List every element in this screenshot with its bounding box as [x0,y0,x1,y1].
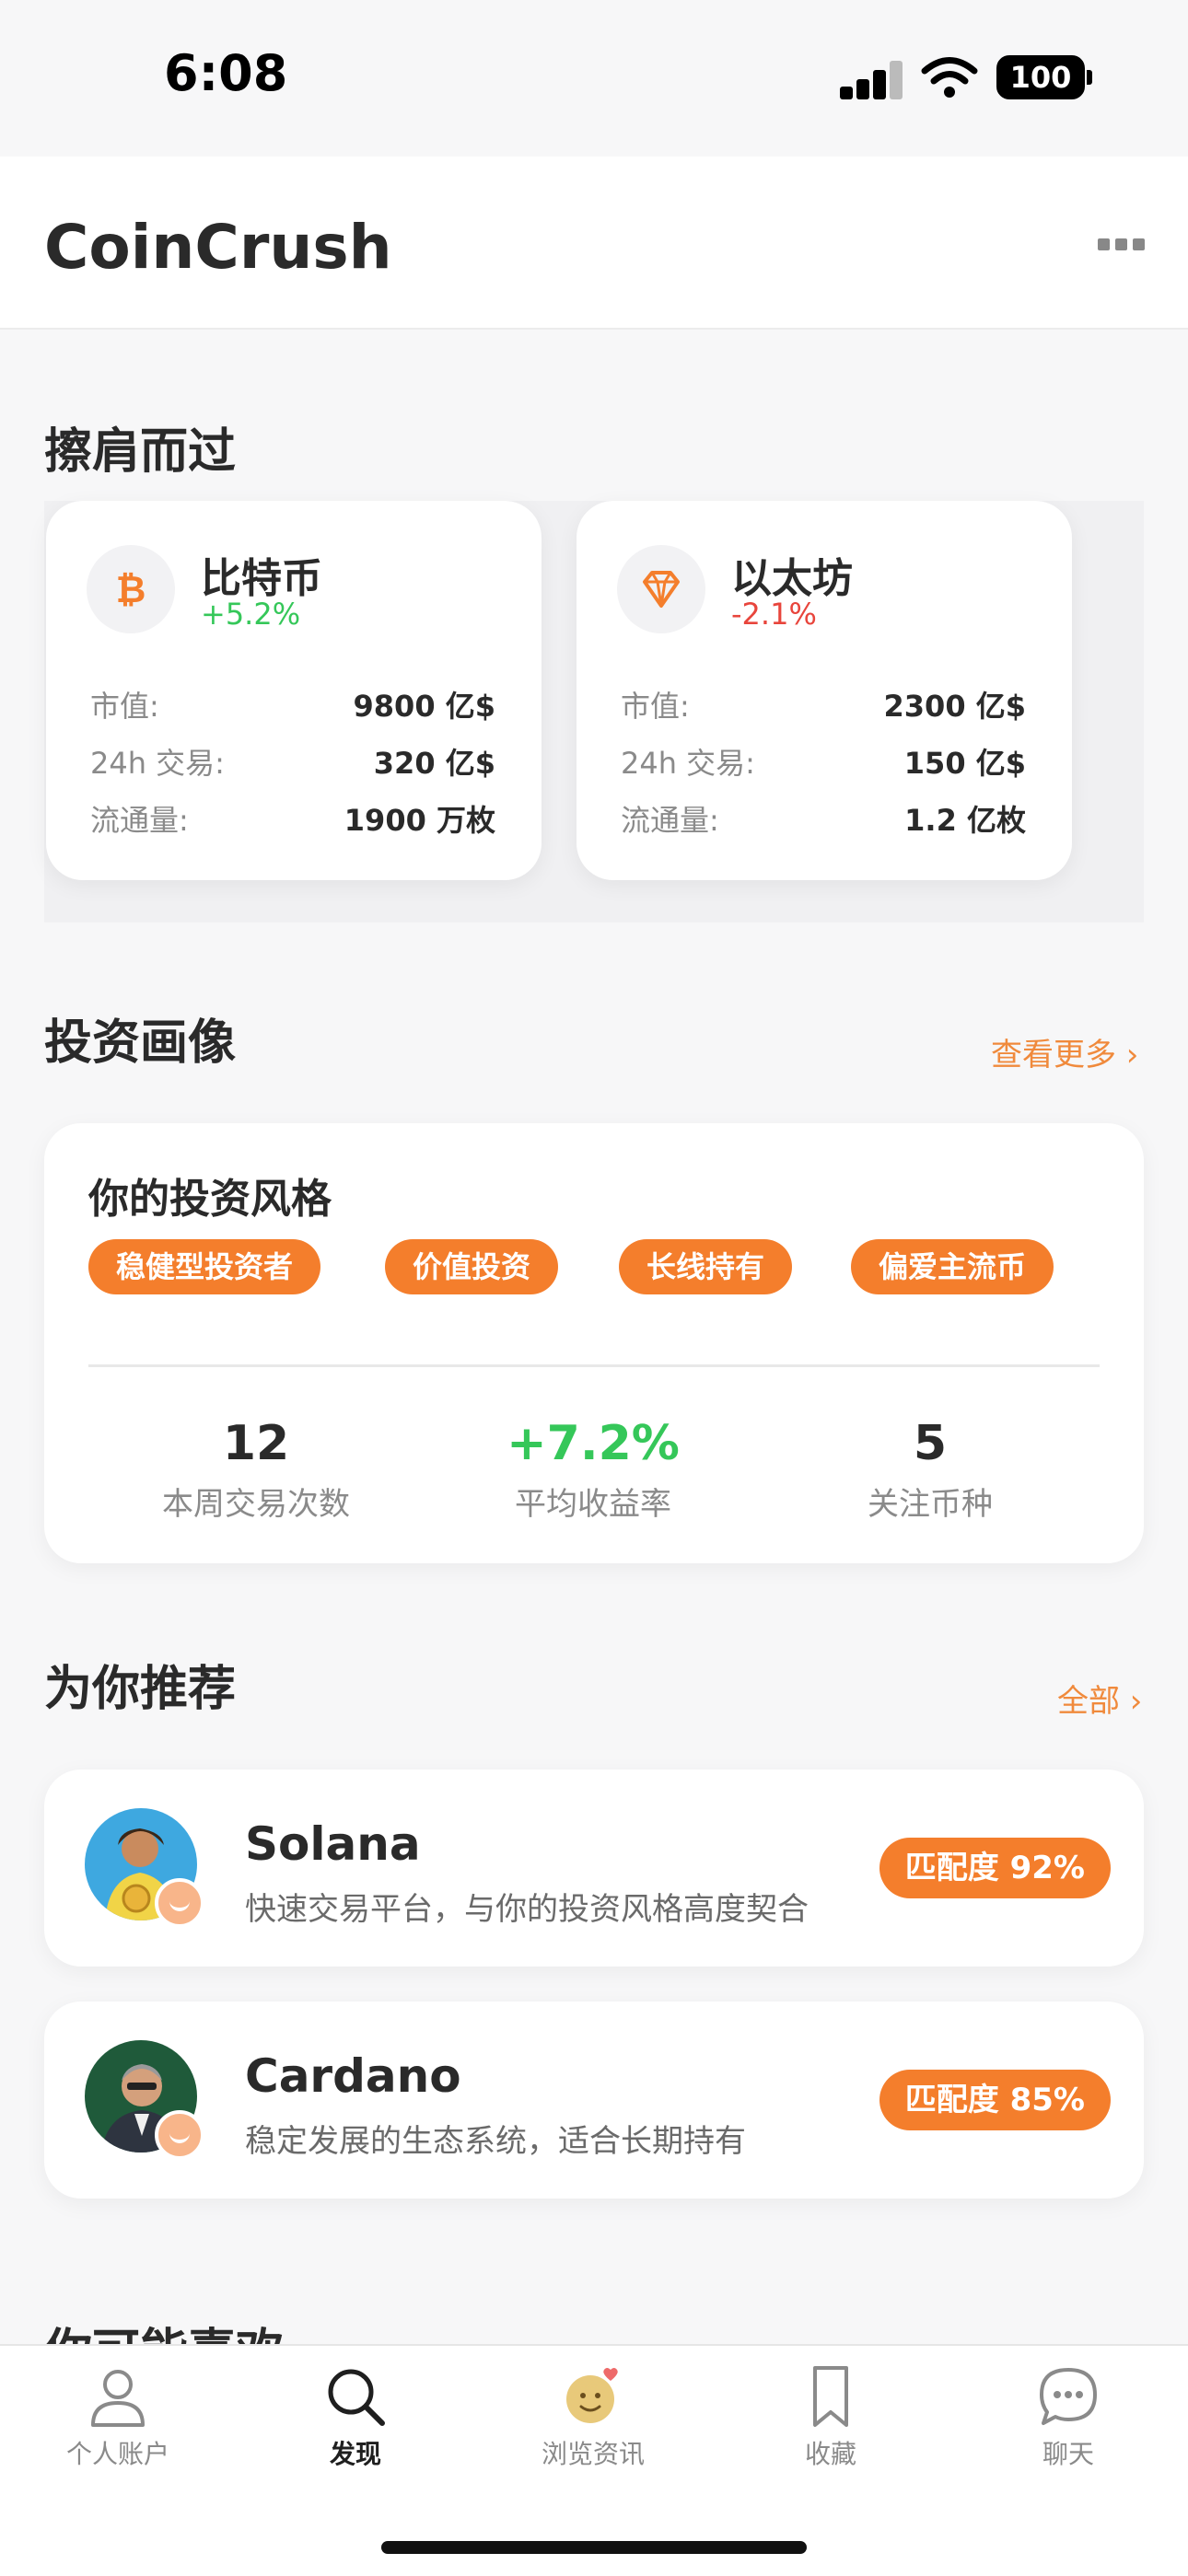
stat-value: 5 [913,1416,948,1471]
coin-card-bitcoin[interactable]: ₿ 比特币 +5.2% 市值: 9800 亿$ 24h 交易: 320 亿$ 流通量… [46,501,542,880]
recommendation-desc: 稳定发展的生态系统，适合长期持有 [245,2123,746,2160]
recommendation-card-cardano[interactable]: Cardano 稳定发展的生态系统，适合长期持有 匹配度 85% [44,2002,1144,2199]
row-value: 1.2 亿枚 [904,803,1026,838]
row-label: 市值: [621,689,690,724]
more-options-icon[interactable] [1098,236,1146,252]
row-label: 流通量: [90,803,189,838]
home-indicator[interactable] [381,2541,807,2554]
coin-row-volume: 24h 交易: 150 亿$ [621,740,1026,786]
row-label: 24h 交易: [621,746,755,781]
battery-nub [1087,70,1092,85]
tab-browse-news[interactable]: 浏览资讯 [501,2364,685,2471]
row-value: 1900 万枚 [344,803,495,838]
recommendation-name: Cardano [245,2049,461,2103]
stat-label: 关注币种 [868,1486,993,1523]
emoji-badge-icon [155,1878,204,1928]
style-tag[interactable]: 偏爱主流币 [851,1239,1054,1294]
tab-account[interactable]: 个人账户 [26,2364,210,2471]
section-title-recommend: 为你推荐 [44,1662,237,1717]
coin-card-ethereum[interactable]: 以太坊 -2.1% 市值: 2300 亿$ 24h 交易: 150 亿$ 流通量: 1… [577,501,1072,880]
battery-icon: 100 [996,55,1085,99]
coin-row-market-cap: 市值: 9800 亿$ [90,683,495,729]
bookmark-icon [813,2366,848,2427]
status-time: 6:08 [164,44,288,102]
coin-name: 以太坊 [731,555,853,602]
recommendation-name: Solana [245,1817,421,1871]
view-more-link[interactable]: 查看更多 › [991,1029,1138,1074]
emoji-icon [566,2368,618,2423]
style-tag[interactable]: 价值投资 [385,1239,559,1294]
recommendation-desc: 快速交易平台，与你的投资风格高度契合 [245,1891,809,1928]
wifi-icon [921,55,978,99]
style-tag[interactable]: 稳健型投资者 [88,1239,321,1294]
coin-name: 比特币 [201,555,322,602]
stat-watched-coins: 5 关注币种 [792,1416,1068,1524]
tab-discover[interactable]: 发现 [263,2364,448,2471]
coin-row-volume: 24h 交易: 320 亿$ [90,740,495,786]
investment-profile-card: 你的投资风格 稳健型投资者 价值投资 长线持有 偏爱主流币 12 本周交易次数 … [44,1123,1144,1563]
coin-change: +5.2% [201,597,301,632]
emoji-badge-icon [155,2110,204,2160]
coin-row-market-cap: 市值: 2300 亿$ [621,683,1026,729]
tab-chat[interactable]: 聊天 [976,2364,1160,2471]
coin-row-supply: 流通量: 1.2 亿枚 [621,797,1026,843]
match-badge: 匹配度 85% [879,2070,1111,2130]
style-tag[interactable]: 长线持有 [619,1239,793,1294]
divider [88,1364,1100,1367]
chat-icon [1040,2368,1097,2425]
section-title-passing: 擦肩而过 [44,424,237,480]
svg-text:₿: ₿ [116,569,146,611]
section-title-profile: 投资画像 [44,1015,237,1071]
stat-label: 本周交易次数 [162,1486,350,1523]
tab-label: 个人账户 [65,2439,169,2469]
person-icon [91,2370,145,2427]
tab-label: 收藏 [804,2439,856,2469]
row-label: 24h 交易: [90,746,225,781]
tab-label: 浏览资讯 [541,2439,645,2469]
bitcoin-icon: ₿ [87,545,175,633]
tab-favorites[interactable]: 收藏 [739,2364,923,2471]
coin-change: -2.1% [731,597,817,632]
view-all-link[interactable]: 全部 › [1057,1676,1142,1721]
row-value: 320 亿$ [373,746,495,781]
tab-label: 发现 [329,2439,381,2469]
diamond-icon [617,545,705,633]
cellular-signal-icon [840,61,903,99]
tab-label: 聊天 [1042,2439,1094,2469]
stat-weekly-trades: 12 本周交易次数 [118,1416,394,1524]
row-label: 市值: [90,689,159,724]
search-icon [328,2369,385,2426]
stat-label: 平均收益率 [515,1486,671,1523]
stat-value: 12 [222,1416,290,1471]
row-label: 流通量: [621,803,719,838]
row-value: 9800 亿$ [353,689,495,724]
match-badge: 匹配度 92% [879,1838,1111,1898]
row-value: 2300 亿$ [883,689,1026,724]
app-title: CoinCrush [44,212,392,283]
row-value: 150 亿$ [903,746,1026,781]
coin-row-supply: 流通量: 1900 万枚 [90,797,495,843]
stat-value: +7.2% [507,1416,680,1471]
profile-heading: 你的投资风格 [88,1176,332,1223]
recommendation-card-solana[interactable]: Solana 快速交易平台，与你的投资风格高度契合 匹配度 92% [44,1770,1144,1967]
stat-average-return: +7.2% 平均收益率 [455,1416,731,1524]
